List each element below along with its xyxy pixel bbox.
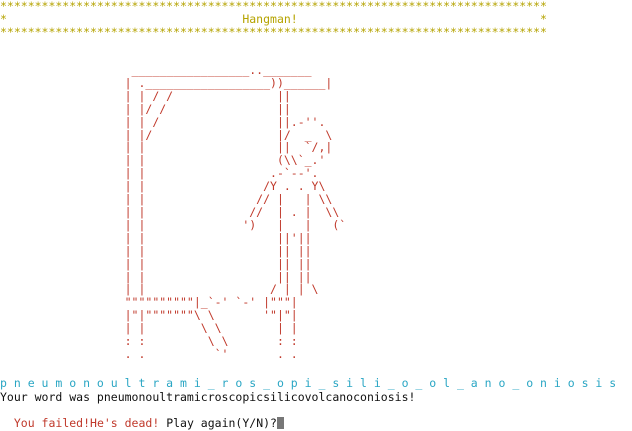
gallows-ascii-art: _________________.._______ | .__________… [124,63,347,361]
play-again-prompt: Play again(Y/N)? [159,415,277,430]
banner-bottom-border: ****************************************… [0,25,547,39]
terminal-cursor[interactable] [276,416,284,429]
fail-message: You failed!He's dead! [13,415,160,430]
input-prompt-line[interactable]: You failed!He's dead! Play again(Y/N)? [0,404,284,430]
banner-title: * Hangman! * [0,12,547,26]
banner-top-border: ****************************************… [0,0,547,13]
answer-message: Your word was pneumonoultramicroscopicsi… [0,390,416,404]
revealed-word: p n e u m o n o u l t r a m i _ r o s _ … [0,376,617,390]
